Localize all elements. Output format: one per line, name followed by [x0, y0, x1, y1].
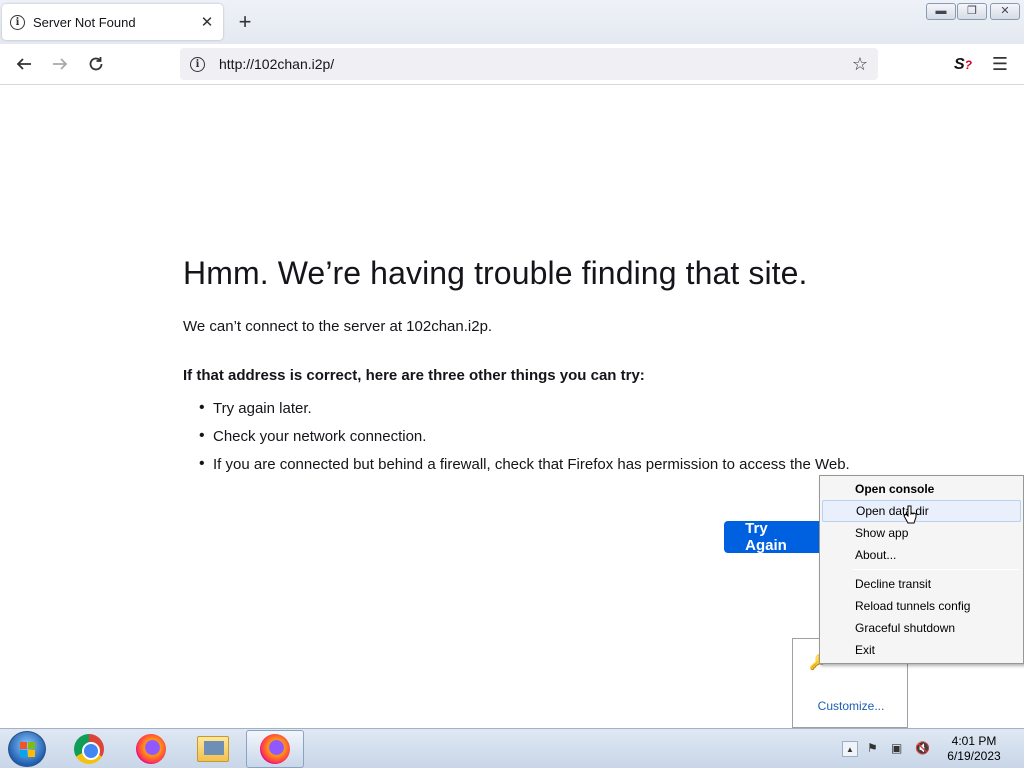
taskbar-chrome[interactable]: [60, 730, 118, 768]
restore-button[interactable]: ❐: [957, 3, 987, 20]
menu-item-about[interactable]: About...: [822, 544, 1021, 566]
close-window-button[interactable]: ✕: [990, 3, 1020, 20]
firefox-icon: [260, 734, 290, 764]
tips-list: Try again later. Check your network conn…: [183, 399, 883, 474]
clock-date: 6/19/2023: [947, 749, 1001, 763]
clock-time: 4:01 PM: [951, 734, 997, 748]
navigation-toolbar: i http://102chan.i2p/ ☆ S? ☰: [0, 44, 1024, 85]
network-icon[interactable]: ▣: [891, 741, 907, 757]
show-hidden-icons-button[interactable]: ▲: [842, 741, 858, 757]
minimize-icon: ▬: [935, 5, 947, 17]
menu-item-decline-transit[interactable]: Decline transit: [822, 573, 1021, 595]
start-button[interactable]: [8, 731, 46, 767]
mouse-cursor-icon: [903, 505, 917, 524]
menu-item-show-app[interactable]: Show app: [822, 522, 1021, 544]
system-clock[interactable]: 4:01 PM 6/19/2023: [944, 734, 1004, 764]
hamburger-menu-icon[interactable]: ☰: [988, 52, 1012, 76]
taskbar: ▲ ⚑ ▣ 🔇 4:01 PM 6/19/2023: [0, 728, 1024, 768]
customize-link[interactable]: Customize...: [793, 699, 909, 713]
menu-item-reload-tunnels-config[interactable]: Reload tunnels config: [822, 595, 1021, 617]
taskbar-firefox[interactable]: [122, 730, 180, 768]
bookmark-star-icon[interactable]: ☆: [852, 54, 868, 75]
windows-logo-icon: [20, 742, 36, 758]
chrome-icon: [74, 734, 104, 764]
tab-strip: i Server Not Found ✕ + ▬ ❐ ✕: [0, 0, 1024, 44]
tab-title: Server Not Found: [33, 14, 136, 30]
volume-muted-icon[interactable]: 🔇: [915, 741, 931, 757]
menu-item-open-console[interactable]: Open console: [822, 478, 1021, 500]
close-tab-icon[interactable]: ✕: [199, 13, 215, 31]
error-page: Hmm. We’re having trouble finding that s…: [183, 255, 883, 484]
new-tab-button[interactable]: +: [232, 8, 258, 36]
site-info-icon[interactable]: i: [190, 56, 205, 72]
firefox-icon: [136, 734, 166, 764]
action-center-icon[interactable]: ⚑: [867, 741, 883, 757]
back-arrow-icon: [16, 58, 31, 70]
minimize-button[interactable]: ▬: [926, 3, 956, 20]
restore-icon: ❐: [967, 5, 977, 17]
close-icon: ✕: [1000, 5, 1010, 17]
error-title: Hmm. We’re having trouble finding that s…: [183, 255, 808, 291]
menu-separator: [852, 569, 1019, 570]
browser-tab[interactable]: i Server Not Found ✕: [2, 4, 223, 40]
forward-arrow-icon: [53, 58, 68, 70]
reload-icon: [89, 57, 103, 71]
reload-button[interactable]: [82, 50, 110, 78]
info-icon: i: [10, 14, 25, 30]
menu-item-open-data-dir[interactable]: Open data dir: [822, 500, 1021, 522]
tray-context-menu: Open console Open data dir Show app Abou…: [819, 475, 1024, 664]
folder-icon: [197, 736, 229, 762]
url-text[interactable]: http://102chan.i2p/: [219, 56, 852, 72]
menu-item-graceful-shutdown[interactable]: Graceful shutdown: [822, 617, 1021, 639]
list-item: Try again later.: [183, 399, 883, 418]
menu-item-exit[interactable]: Exit: [822, 639, 1021, 661]
taskbar-explorer[interactable]: [184, 730, 242, 768]
address-bar[interactable]: i http://102chan.i2p/ ☆: [180, 48, 878, 80]
list-item: If you are connected but behind a firewa…: [183, 455, 883, 474]
list-item: Check your network connection.: [183, 427, 883, 446]
try-heading: If that address is correct, here are thr…: [183, 367, 645, 384]
taskbar-firefox-active[interactable]: [246, 730, 304, 768]
error-description: We can’t connect to the server at 102cha…: [183, 318, 493, 335]
forward-button[interactable]: [46, 50, 74, 78]
back-button[interactable]: [10, 50, 38, 78]
extension-icon[interactable]: S?: [954, 56, 974, 74]
